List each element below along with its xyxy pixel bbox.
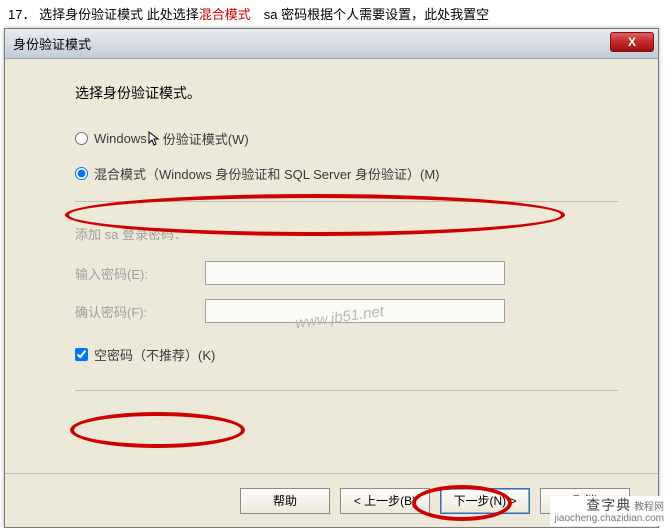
close-icon: X: [628, 35, 636, 49]
titlebar: 身份验证模式 X: [5, 29, 658, 59]
source-sub: 教程网: [634, 502, 664, 513]
confirm-password-row: 确认密码(F):: [75, 299, 618, 323]
blank-password-checkbox-row[interactable]: 空密码（不推荐）(K): [75, 345, 618, 364]
next-button[interactable]: 下一步(N) >: [440, 488, 530, 514]
radio-mixed-auth[interactable]: 混合模式（Windows 身份验证和 SQL Server 身份验证）(M): [75, 164, 618, 183]
source-url: jiaocheng.chazidian.com: [554, 513, 664, 524]
password-label: 输入密码(E):: [75, 264, 205, 283]
dialog-body: 选择身份验证模式。 Windows 份验证模式(W) 混合模式（Windows …: [5, 59, 658, 473]
caption-suffix: sa 密码根据个人需要设置，此处我置空: [251, 7, 489, 22]
radio-mixed-label: 混合模式（Windows 身份验证和 SQL Server 身份验证）(M): [94, 164, 440, 183]
close-button[interactable]: X: [610, 32, 654, 52]
back-button[interactable]: < 上一步(B): [340, 488, 430, 514]
confirm-password-input[interactable]: [205, 299, 505, 323]
blank-password-checkbox[interactable]: [75, 348, 88, 361]
radio-windows-input[interactable]: [75, 132, 88, 145]
auth-mode-dialog: 身份验证模式 X 选择身份验证模式。 Windows 份验证模式(W) 混合模式…: [4, 28, 659, 528]
help-button[interactable]: 帮助: [240, 488, 330, 514]
divider: [75, 201, 618, 202]
dialog-title: 身份验证模式: [13, 34, 91, 53]
blank-password-label: 空密码（不推荐）(K): [94, 345, 215, 364]
confirm-password-label: 确认密码(F):: [75, 302, 205, 321]
source-brand: 查字典: [586, 497, 631, 513]
cursor-icon: [148, 131, 162, 147]
sa-password-section-label: 添加 sa 登录密码：: [75, 224, 618, 243]
caption-highlight: 混合模式: [199, 7, 251, 22]
caption-prefix: 选择身份验证模式 此处选择: [39, 7, 199, 22]
password-row: 输入密码(E):: [75, 261, 618, 285]
body-heading: 选择身份验证模式。: [75, 83, 618, 103]
password-input[interactable]: [205, 261, 505, 285]
divider-bottom: [75, 390, 618, 391]
caption-number: 17．: [8, 7, 35, 22]
instruction-caption: 17． 选择身份验证模式 此处选择混合模式 sa 密码根据个人需要设置，此处我置…: [0, 0, 670, 29]
radio-windows-label-pre: Windows: [94, 131, 147, 146]
source-watermark: 查字典 教程网 jiaocheng.chazidian.com: [550, 496, 668, 526]
radio-windows-auth[interactable]: Windows 份验证模式(W): [75, 129, 618, 148]
radio-windows-label-post: 份验证模式(W): [163, 129, 249, 148]
radio-mixed-input[interactable]: [75, 167, 88, 180]
